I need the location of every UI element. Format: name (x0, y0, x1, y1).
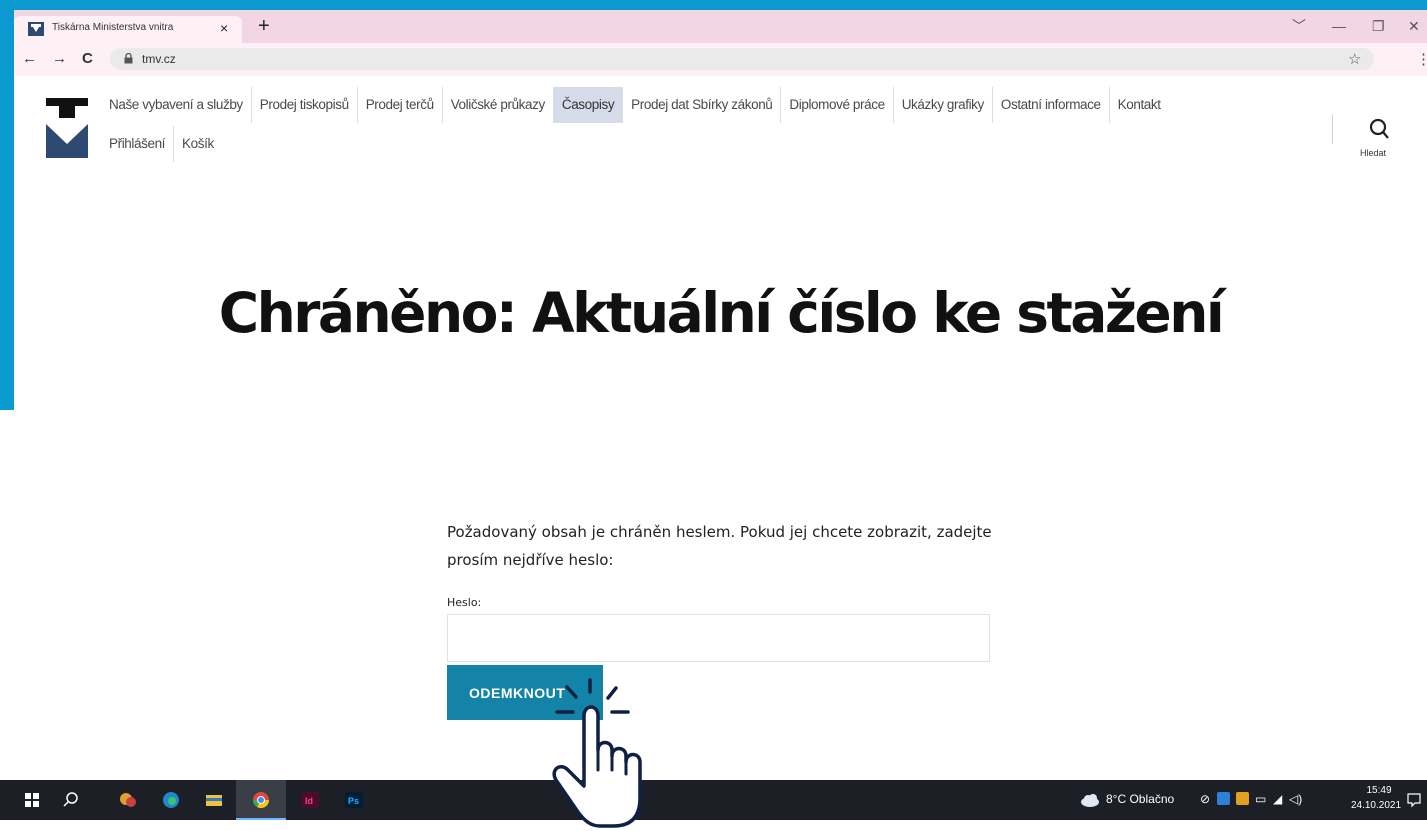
search-icon[interactable] (1368, 118, 1390, 140)
svg-text:Id: Id (305, 796, 313, 806)
tray-security-icon[interactable] (1236, 792, 1249, 805)
menu-item-graphics[interactable]: Ukázky grafiky (892, 87, 992, 123)
menu-item-law-data[interactable]: Prodej dat Sbírky zákonů (622, 87, 780, 123)
browser-tab-bar: Tiskárna Ministerstva vnitra × + ﹀ — ❐ ✕ (14, 10, 1427, 43)
website: Naše vybavení a služby Prodej tiskopisů … (14, 76, 1427, 780)
menu-item-other-info[interactable]: Ostatní informace (991, 87, 1109, 123)
menu-item-cart[interactable]: Košík (173, 126, 222, 162)
menu-item-login[interactable]: Přihlášení (101, 126, 173, 162)
header-divider (1332, 114, 1333, 144)
bookmark-star-icon[interactable]: ☆ (1348, 50, 1361, 68)
battery-icon[interactable]: ▭ (1255, 792, 1266, 806)
search-label[interactable]: Hledat (1360, 148, 1386, 158)
maximize-icon[interactable]: ❐ (1372, 17, 1385, 35)
menu-item-contact[interactable]: Kontakt (1108, 87, 1169, 123)
minimize-icon[interactable]: — (1332, 17, 1346, 35)
tmv-logo[interactable] (46, 98, 88, 158)
lock-icon (124, 53, 133, 64)
url-text: tmv.cz (142, 52, 176, 66)
volume-icon[interactable]: ◁) (1289, 792, 1302, 806)
tab-title: Tiskárna Ministerstva vnitra (52, 22, 174, 33)
forward-icon[interactable]: → (52, 50, 67, 68)
taskbar-chrome-active[interactable] (236, 780, 286, 820)
password-input[interactable] (447, 614, 990, 662)
clock-date[interactable]: 24.10.2021 (1348, 800, 1404, 811)
cloud-weather-icon[interactable] (1080, 793, 1100, 807)
indesign-icon[interactable]: Id (300, 790, 320, 810)
blue-frame-top (0, 0, 1427, 10)
edge-browser-icon[interactable] (161, 790, 181, 810)
back-icon[interactable]: ← (22, 50, 37, 68)
menu-item-targets[interactable]: Prodej terčů (356, 87, 442, 123)
clock-time[interactable]: 15:49 (1354, 785, 1404, 796)
site-favicon-icon (28, 22, 44, 36)
file-explorer-icon[interactable] (204, 790, 224, 810)
menu-item-magazines[interactable]: Časopisy (552, 87, 623, 123)
menu-item-forms[interactable]: Prodej tiskopisů (250, 87, 357, 123)
photoshop-icon[interactable]: Ps (344, 790, 364, 810)
reload-icon[interactable]: C (82, 50, 93, 68)
tab-search-icon[interactable]: ﹀ (1292, 17, 1306, 35)
tab-close-icon[interactable]: × (220, 19, 228, 37)
svg-text:Ps: Ps (348, 796, 359, 806)
page-title: Chráněno: Aktuální číslo ke stažení (218, 281, 1225, 345)
screenshot-frame: Tiskárna Ministerstva vnitra × + ﹀ — ❐ ✕… (0, 0, 1427, 831)
hand-pointer-icon (552, 678, 642, 828)
windows-start-icon[interactable] (22, 790, 42, 810)
chrome-icon (252, 792, 270, 809)
blue-frame-left (0, 0, 14, 410)
network-icon[interactable]: ◢ (1273, 792, 1282, 806)
menu-item-services[interactable]: Naše vybavení a služby (101, 87, 251, 123)
weather-text[interactable]: 8°C Oblačno (1106, 792, 1174, 806)
close-window-icon[interactable]: ✕ (1408, 17, 1420, 35)
menu-item-theses[interactable]: Diplomové práce (780, 87, 892, 123)
tray-link-icon[interactable]: ⊘ (1200, 792, 1210, 806)
notifications-icon[interactable] (1406, 792, 1422, 808)
password-label: Heslo: (447, 596, 482, 609)
browser-menu-icon[interactable]: ⋮ (1416, 50, 1427, 68)
app-paint-icon[interactable] (118, 790, 138, 810)
bottom-strip (0, 820, 1427, 831)
taskbar-search-icon[interactable] (61, 790, 81, 810)
tray-app-icon[interactable] (1217, 792, 1230, 805)
main-menu-row-2: Přihlášení Košík (101, 126, 222, 162)
browser-tab[interactable]: Tiskárna Ministerstva vnitra × (14, 16, 242, 43)
new-tab-icon[interactable]: + (258, 16, 270, 36)
main-menu-row-1: Naše vybavení a služby Prodej tiskopisů … (101, 87, 1169, 123)
password-info-text: Požadovaný obsah je chráněn heslem. Poku… (447, 523, 992, 569)
menu-item-voter-cards[interactable]: Voličské průkazy (441, 87, 553, 123)
address-bar[interactable]: tmv.cz ☆ (110, 48, 1374, 70)
browser-toolbar: ← → C tmv.cz ☆ ⋮ (14, 43, 1427, 76)
windows-taskbar: Id Ps 8°C Oblačno ⊘ ▭ ◢ ◁) 15:49 24.10.2… (0, 780, 1427, 820)
